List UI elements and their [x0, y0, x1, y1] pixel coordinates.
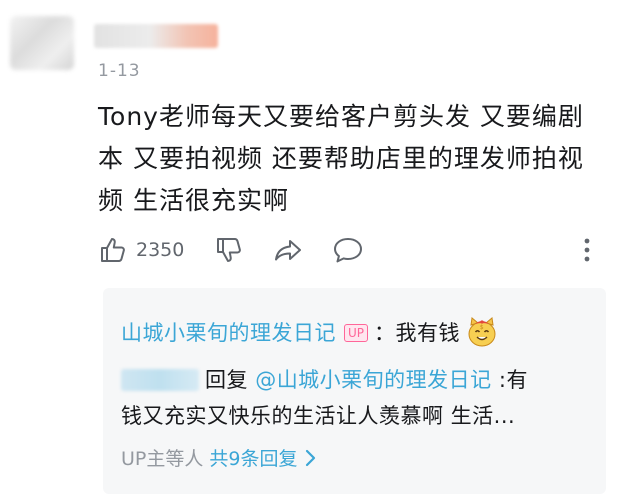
- reply-button[interactable]: [332, 230, 364, 270]
- comment-bubble-icon: [334, 238, 362, 263]
- comment-date: 1-13: [98, 61, 141, 81]
- share-icon: [275, 240, 301, 261]
- dislike-button[interactable]: [214, 230, 244, 270]
- reply-count: 共9条回复: [209, 448, 298, 470]
- comment-actions: 2350: [98, 230, 608, 270]
- share-button[interactable]: [272, 230, 304, 270]
- comment-text: Tony老师每天又要给客户剪头发 又要编剧 本 又要拍视频 还要帮助店里的理发师…: [98, 96, 598, 222]
- more-replies-label: UP主等人: [121, 448, 204, 470]
- reply-author-blurred[interactable]: [121, 369, 199, 391]
- view-all-replies[interactable]: UP主等人 共9条回复: [121, 444, 317, 471]
- reply-item: 山城小栗旬的理发日记 UP ：我有钱 $: [121, 316, 498, 348]
- reply-text: ：我有钱: [374, 321, 461, 345]
- reply-prefix: 回复: [205, 368, 256, 392]
- reply-author-link[interactable]: 山城小栗旬的理发日记: [121, 321, 336, 345]
- more-options-button[interactable]: [580, 230, 594, 270]
- reply-item: 回复 @山城小栗旬的理发日记 :有: [121, 364, 528, 394]
- like-button[interactable]: 2350: [98, 230, 184, 270]
- comment-line: Tony老师每天又要给客户剪头发 又要编剧: [98, 102, 584, 131]
- reply-preview-box[interactable]: 山城小栗旬的理发日记 UP ：我有钱 $ 回复 @山城小栗旬的理发日记 :有 钱又充…: [103, 288, 606, 494]
- cat-emoji-icon: $: [468, 317, 496, 347]
- chevron-right-icon: [306, 449, 316, 466]
- commenter-username[interactable]: [94, 24, 218, 48]
- svg-text:$: $: [480, 324, 484, 331]
- thumbs-up-icon: [101, 238, 125, 262]
- like-count: 2350: [136, 239, 185, 261]
- reply-text: :有: [491, 368, 528, 392]
- comment-line: 本 又要拍视频 还要帮助店里的理发师拍视: [98, 144, 584, 173]
- up-badge: UP: [344, 324, 369, 342]
- thumbs-down-icon: [217, 238, 241, 262]
- reply-text-continued: 钱又充实又快乐的生活让人羡慕啊 生活...: [121, 404, 516, 428]
- comment-line: 频 生活很充实啊: [98, 186, 289, 215]
- more-vertical-icon: [584, 238, 590, 262]
- mention-link[interactable]: @山城小栗旬的理发日记: [255, 368, 492, 392]
- commenter-avatar[interactable]: [10, 16, 74, 70]
